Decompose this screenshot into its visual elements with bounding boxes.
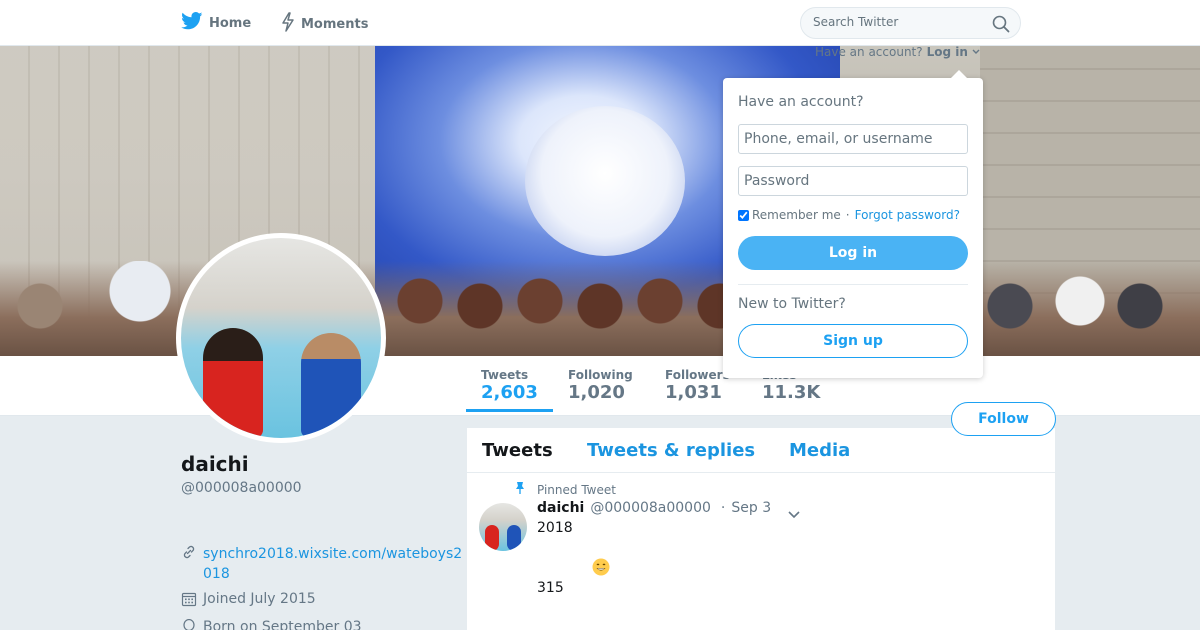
stat-following[interactable]: Following 1,020 xyxy=(568,368,633,403)
tweet-text-line3: 315 xyxy=(537,580,564,596)
login-button[interactable]: Log in xyxy=(738,236,968,270)
tab-tweets-replies[interactable]: Tweets & replies xyxy=(587,440,755,461)
follow-button[interactable]: Follow xyxy=(951,402,1056,436)
lightning-icon xyxy=(281,12,295,36)
tweet-header: daichi @000008a00000 · Sep 3 xyxy=(537,500,771,516)
top-nav: Home Moments xyxy=(0,0,1200,46)
login-trigger[interactable]: Have an account? Log in xyxy=(815,45,980,59)
login-dropdown-title: Have an account? xyxy=(738,94,864,110)
profile-name[interactable]: daichi xyxy=(181,452,249,476)
search-box xyxy=(800,7,1021,39)
stat-following-label: Following xyxy=(568,368,633,382)
profile-handle[interactable]: @000008a00000 xyxy=(181,480,302,496)
password-field[interactable] xyxy=(738,166,968,196)
pinned-label: Pinned Tweet xyxy=(515,481,616,498)
nav-home[interactable]: Home xyxy=(181,12,251,34)
remember-row: Remember me · Forgot password? xyxy=(738,208,960,222)
timeline: Tweets Tweets & replies Media Pinned Twe… xyxy=(467,428,1055,630)
nav-moments-label: Moments xyxy=(301,16,369,32)
tweet-emoji: 😄 xyxy=(592,558,610,580)
new-to-twitter-label: New to Twitter? xyxy=(738,296,846,312)
banner-flag-face xyxy=(525,106,685,256)
tweet-avatar-figure-right xyxy=(507,525,521,551)
username-field[interactable] xyxy=(738,124,968,154)
profile-website-link[interactable]: synchro2018.wixsite.com/wateboys2018 xyxy=(203,544,465,584)
profile-joined: Joined July 2015 xyxy=(181,591,316,611)
forgot-password-link[interactable]: Forgot password? xyxy=(855,208,960,222)
search-input[interactable] xyxy=(813,15,983,29)
profile-born-text: Born on September 03 xyxy=(203,619,362,630)
login-trigger-prompt: Have an account? xyxy=(815,45,923,59)
login-dropdown: Have an account? Remember me · Forgot pa… xyxy=(723,70,983,378)
stat-tweets[interactable]: Tweets 2,603 xyxy=(466,368,553,412)
profile-website: synchro2018.wixsite.com/wateboys2018 xyxy=(181,544,465,584)
remember-checkbox[interactable] xyxy=(738,209,749,221)
tweet-date[interactable]: Sep 3 xyxy=(731,500,771,516)
stat-likes-value: 11.3K xyxy=(762,382,821,403)
link-icon xyxy=(181,544,197,584)
tweet-text-line1: 2018 xyxy=(537,520,573,536)
remember-separator: · xyxy=(845,208,850,222)
balloon-icon xyxy=(181,618,197,630)
tweet-avatar[interactable] xyxy=(479,503,527,551)
search-icon[interactable] xyxy=(992,15,1010,37)
pinned-text: Pinned Tweet xyxy=(537,482,616,497)
signup-button[interactable]: Sign up xyxy=(738,324,968,358)
caret-down-icon xyxy=(972,45,980,59)
tweet-author-handle[interactable]: @000008a00000 xyxy=(590,500,711,516)
stat-followers[interactable]: Followers 1,031 xyxy=(665,368,730,403)
stat-followers-value: 1,031 xyxy=(665,382,722,403)
tab-media[interactable]: Media xyxy=(789,440,850,461)
avatar-figure-right xyxy=(301,333,361,438)
profile-avatar[interactable] xyxy=(176,233,386,443)
twitter-bird-icon xyxy=(181,12,203,34)
tweet-more-chevron-icon[interactable] xyxy=(787,504,801,523)
login-trigger-link[interactable]: Log in xyxy=(927,45,968,59)
stat-tweets-value: 2,603 xyxy=(481,382,538,403)
profile-joined-text: Joined July 2015 xyxy=(203,591,316,607)
tab-tweets[interactable]: Tweets xyxy=(482,440,553,461)
nav-home-label: Home xyxy=(209,15,252,31)
stat-followers-label: Followers xyxy=(665,368,730,382)
tweet-separator: · xyxy=(720,500,726,516)
avatar-figure-left xyxy=(203,328,263,438)
calendar-icon xyxy=(181,591,197,611)
remember-label[interactable]: Remember me xyxy=(752,208,841,222)
stat-following-value: 1,020 xyxy=(568,382,625,403)
tweet-avatar-figure-left xyxy=(485,525,499,551)
profile-born: Born on September 03 xyxy=(181,618,362,630)
nav-moments[interactable]: Moments xyxy=(281,12,368,36)
stat-tweets-label: Tweets xyxy=(481,368,529,382)
tweet-author-name[interactable]: daichi xyxy=(537,500,584,516)
dropdown-divider xyxy=(738,284,968,285)
pin-icon xyxy=(515,481,525,498)
